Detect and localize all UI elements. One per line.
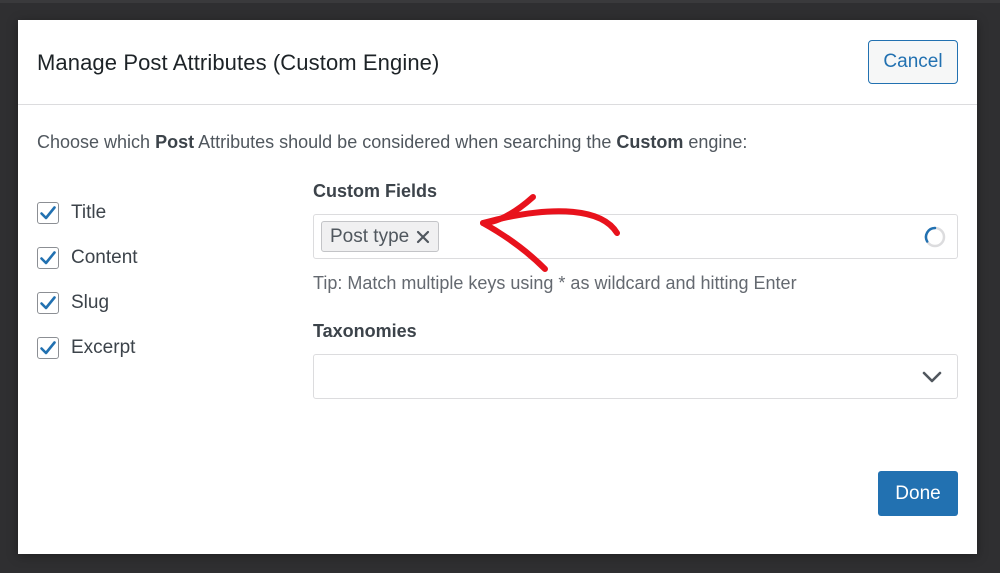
checkmark-icon (40, 295, 56, 309)
manage-attributes-modal: Manage Post Attributes (Custom Engine) C… (18, 20, 977, 554)
slug-checkbox[interactable] (37, 291, 59, 314)
done-button[interactable]: Done (878, 471, 958, 516)
intro-suffix: engine: (683, 132, 748, 152)
attribute-label: Slug (71, 291, 110, 313)
checkmark-icon (40, 205, 56, 219)
custom-fields-label: Custom Fields (313, 181, 438, 201)
excerpt-checkbox[interactable] (37, 336, 59, 359)
intro-text: Choose which Post Attributes should be c… (37, 132, 747, 153)
close-icon (417, 230, 430, 243)
chevron-down-icon (922, 371, 942, 383)
attribute-label: Excerpt (71, 336, 136, 358)
title-checkbox[interactable] (37, 201, 59, 224)
attribute-title[interactable]: Title (37, 190, 138, 235)
intro-prefix: Choose which (37, 132, 156, 152)
intro-custom-bold: Custom (616, 132, 684, 152)
attribute-checkbox-list: Title Content Slug Excerpt (37, 190, 138, 370)
attribute-content[interactable]: Content (37, 235, 138, 280)
custom-field-token: Post type (321, 221, 440, 252)
checkmark-icon (40, 340, 56, 354)
attribute-label: Content (71, 246, 138, 268)
intro-post-bold: Post (155, 132, 195, 152)
attribute-excerpt[interactable]: Excerpt (37, 325, 138, 370)
content-checkbox[interactable] (37, 246, 59, 269)
intro-middle: Attributes should be considered when sea… (194, 132, 617, 152)
token-label: Post type (330, 225, 410, 247)
token-remove-button[interactable] (416, 230, 430, 244)
cancel-button[interactable]: Cancel (868, 40, 958, 84)
taxonomies-label: Taxonomies (313, 321, 417, 341)
custom-fields-tip: Tip: Match multiple keys using * as wild… (313, 273, 797, 293)
checkmark-icon (40, 250, 56, 264)
spinner-icon (924, 226, 946, 248)
taxonomies-select[interactable] (313, 354, 958, 399)
attribute-label: Title (71, 201, 107, 223)
attribute-slug[interactable]: Slug (37, 280, 138, 325)
custom-fields-input[interactable]: Post type (313, 214, 958, 259)
modal-title: Manage Post Attributes (Custom Engine) (37, 50, 440, 75)
modal-header: Manage Post Attributes (Custom Engine) C… (18, 20, 977, 105)
